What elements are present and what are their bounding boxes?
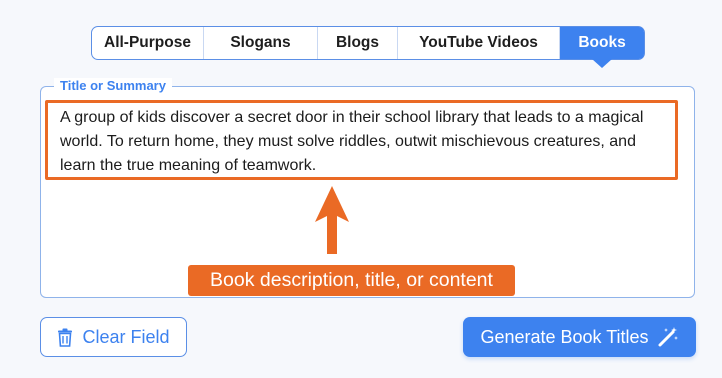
tab-youtube-videos[interactable]: YouTube Videos	[398, 27, 560, 59]
clear-field-label: Clear Field	[82, 326, 170, 347]
field-legend: Title or Summary	[54, 78, 172, 94]
category-tabs: All-Purpose Slogans Blogs YouTube Videos…	[91, 26, 645, 68]
tab-slogans[interactable]: Slogans	[204, 27, 318, 59]
tab-books[interactable]: Books	[560, 27, 644, 68]
clear-field-button[interactable]: Clear Field	[40, 317, 187, 357]
summary-textarea[interactable]: A group of kids discover a secret door i…	[45, 100, 678, 180]
annotation-callout: Book description, title, or content	[188, 265, 515, 296]
generate-label: Generate Book Titles	[480, 326, 649, 347]
tab-blogs[interactable]: Blogs	[318, 27, 398, 59]
tab-all-purpose[interactable]: All-Purpose	[92, 27, 204, 59]
trash-icon	[57, 328, 73, 347]
arrow-up-icon	[315, 186, 349, 254]
generate-book-titles-button[interactable]: Generate Book Titles	[463, 317, 696, 357]
magic-wand-icon	[657, 326, 679, 348]
